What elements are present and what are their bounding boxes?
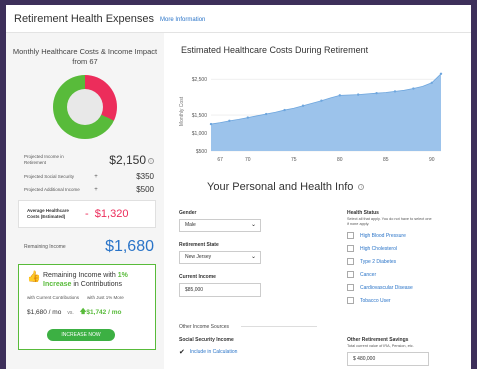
projected-income-value: $2,150 i xyxy=(106,153,154,167)
plus-sign: + xyxy=(94,186,98,193)
current-income-input[interactable]: $85,000 xyxy=(179,283,261,297)
thumbs-up-icon: 👍 xyxy=(27,271,41,283)
chart-svg: $2,500 $1,500 $1,000 $500 67 70 75 80 85 90 Monthl… xyxy=(179,72,443,163)
health-option-high-blood-pressure[interactable]: High Blood Pressure xyxy=(347,232,406,239)
y-tick-label: $2,500 xyxy=(192,77,208,83)
social-security-income-label: Social Security Income xyxy=(179,337,234,343)
header-bar: Retirement Health Expenses More Informat… xyxy=(6,5,471,33)
summary-panel: Monthly Healthcare Costs & Income Impact… xyxy=(6,33,164,369)
improved-monthly-value: $1,742 / mo xyxy=(86,309,122,316)
data-point xyxy=(375,91,378,95)
gender-label: Gender xyxy=(179,210,197,216)
health-status-label: Health Status xyxy=(347,210,379,216)
data-point xyxy=(393,90,397,93)
data-point xyxy=(439,72,443,75)
donut-title: Monthly Healthcare Costs & Income Impact… xyxy=(12,47,158,66)
health-option-type-2-diabetes[interactable]: Type 2 Diabetes xyxy=(347,258,396,265)
social-security-label: Projected Social Security xyxy=(24,173,75,179)
health-option-high-cholesterol[interactable]: High Cholesterol xyxy=(347,245,397,252)
y-tick-label: $1,500 xyxy=(192,113,208,119)
info-icon[interactable]: i xyxy=(148,157,154,164)
avg-healthcare-box: Average Healthcare Costs (Estimated) - $… xyxy=(18,200,156,228)
one-percent-more-label: with Just 1% More xyxy=(87,295,124,300)
avg-healthcare-label: Average Healthcare Costs (Estimated) xyxy=(27,208,69,219)
y-axis-label: Monthly Cost xyxy=(179,96,185,126)
data-point xyxy=(246,116,249,119)
y-tick-label: $1,000 xyxy=(192,131,208,137)
cost-income-donut-chart xyxy=(53,75,117,139)
arrow-up-icon: 🡅 xyxy=(79,308,87,315)
data-point xyxy=(338,94,341,97)
vs-label: vs. xyxy=(67,309,74,316)
avg-healthcare-value: - $1,320 xyxy=(85,208,129,220)
data-point xyxy=(283,108,286,112)
data-point xyxy=(357,93,360,96)
x-tick-label: 85 xyxy=(383,157,389,163)
chevron-down-icon: ⌄ xyxy=(250,222,256,228)
current-contributions-label: with Current Contributions xyxy=(27,295,80,300)
social-security-row: Projected Social Security + $350 xyxy=(6,172,164,181)
remaining-income-label: Remaining Income xyxy=(24,243,66,250)
x-tick-label: 80 xyxy=(337,157,343,163)
current-income-label: Current Income xyxy=(179,274,216,280)
contribution-comparison: $1,680 / mo vs. 🡅 $1,742 / mo xyxy=(19,301,155,318)
health-status-hint: Select all that apply. You do not have t… xyxy=(347,217,432,226)
include-calculation-checkbox[interactable]: ✔ Include in Calculation xyxy=(179,348,237,356)
more-information-link[interactable]: More Information xyxy=(160,17,205,23)
contribution-promo-card: 👍 Remaining Income with 1% Increase in C… xyxy=(18,264,156,350)
health-option-tobacco-user[interactable]: Tobacco User xyxy=(347,297,391,304)
projected-income-label: Projected Income in Retirement xyxy=(24,154,64,165)
promo-title: Remaining Income with 1% Increase in Con… xyxy=(43,272,128,288)
current-monthly-value: $1,680 / mo xyxy=(27,309,62,316)
x-tick-label: 67 xyxy=(217,157,223,163)
divider xyxy=(241,326,317,327)
social-security-value: $350 xyxy=(136,172,154,181)
other-savings-label: Other Retirement Savings xyxy=(347,337,409,343)
other-income-sources-label: Other Income Sources xyxy=(179,324,230,330)
y-tick-label: $500 xyxy=(196,149,207,155)
checkmark-icon: ✔ xyxy=(179,349,185,356)
projected-income-row: Projected Income in Retirement $2,150 i xyxy=(6,153,164,167)
data-point xyxy=(412,87,415,90)
info-icon[interactable]: i xyxy=(358,184,365,191)
section-title: Your Personal and Health Info i xyxy=(207,181,365,193)
x-tick-label: 75 xyxy=(291,157,297,163)
data-point xyxy=(209,122,213,126)
data-point xyxy=(430,81,433,84)
healthcare-cost-chart: $2,500 $1,500 $1,000 $500 67 70 75 80 85 90 Monthl… xyxy=(171,67,471,167)
increase-now-button[interactable]: INCREASE NOW xyxy=(47,329,115,341)
area-fill xyxy=(211,73,441,151)
retirement-state-label: Retirement State xyxy=(179,242,219,248)
data-point xyxy=(265,112,268,116)
health-option-cancer[interactable]: Cancer xyxy=(347,271,376,278)
health-option-cardiovascular-disease[interactable]: Cardiovascular Disease xyxy=(347,284,413,291)
chevron-down-icon: ⌄ xyxy=(250,254,256,260)
gender-select[interactable]: Male ⌄ xyxy=(179,219,261,232)
x-tick-label: 90 xyxy=(429,157,435,163)
additional-income-row: Projected Additional Income + $500 xyxy=(6,185,164,194)
data-point xyxy=(228,119,231,123)
main-panel: Estimated Healthcare Costs During Retire… xyxy=(171,33,471,369)
app-frame: Retirement Health Expenses More Informat… xyxy=(6,5,471,369)
page-title: Retirement Health Expenses xyxy=(14,12,155,25)
x-tick-label: 70 xyxy=(245,157,251,163)
plus-sign: + xyxy=(94,173,98,180)
remaining-income-value: $1,680 xyxy=(105,238,154,255)
retirement-state-select[interactable]: New Jersey ⌄ xyxy=(179,251,261,264)
other-savings-hint: Total current value of IRA, Pension, etc… xyxy=(347,344,414,348)
additional-income-label: Projected Additional Income xyxy=(24,186,80,192)
data-point xyxy=(301,104,305,107)
data-point xyxy=(320,99,323,102)
additional-income-value: $500 xyxy=(136,185,154,194)
remaining-income-row: Remaining Income $1,680 xyxy=(6,238,164,256)
other-savings-input[interactable]: $ 480,000 xyxy=(347,352,429,366)
chart-title: Estimated Healthcare Costs During Retire… xyxy=(181,45,369,55)
